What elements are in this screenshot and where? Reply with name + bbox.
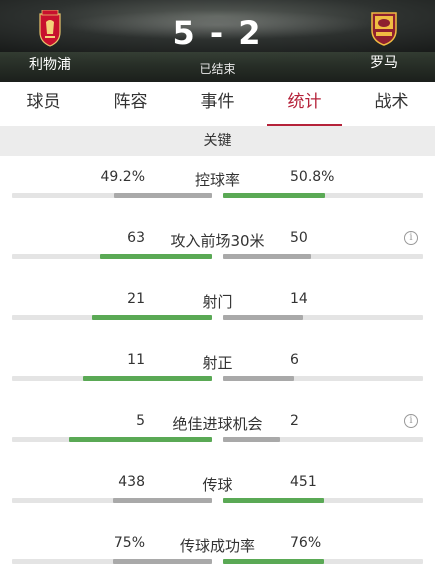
away-bar-track bbox=[223, 254, 423, 259]
stat-row: 75% 传球成功率 76% bbox=[0, 522, 435, 583]
home-bar-track bbox=[12, 193, 212, 198]
home-bar-track bbox=[12, 315, 212, 320]
away-bar-fill bbox=[223, 254, 311, 259]
stat-row: 63 攻入前场30米 50 i bbox=[0, 217, 435, 278]
away-bar-fill bbox=[223, 193, 325, 198]
match-header: 利物浦 5 - 2 已结束 罗马 bbox=[0, 0, 435, 82]
stat-label: 传球 bbox=[202, 476, 233, 494]
stat-label: 控球率 bbox=[194, 171, 240, 189]
home-bar-track bbox=[12, 376, 212, 381]
stat-label: 攻入前场30米 bbox=[170, 232, 265, 250]
stat-row: 21 射门 14 bbox=[0, 278, 435, 339]
roma-crest-icon bbox=[371, 12, 397, 46]
away-bar-track bbox=[223, 376, 423, 381]
away-bar-fill bbox=[223, 315, 303, 320]
stat-away-value: 76% bbox=[290, 535, 322, 551]
stat-away-value: 14 bbox=[290, 291, 308, 307]
home-bar-track bbox=[12, 254, 212, 259]
home-bar-fill bbox=[69, 437, 212, 442]
stat-away-value: 451 bbox=[290, 474, 317, 490]
away-bar-track bbox=[223, 437, 423, 442]
info-icon[interactable]: i bbox=[404, 231, 418, 245]
section-key-title: 关键 bbox=[0, 126, 435, 156]
tab-players[interactable]: 球员 bbox=[0, 82, 87, 126]
home-bar-fill bbox=[114, 193, 212, 198]
stat-label: 射正 bbox=[202, 354, 233, 372]
away-bar-fill bbox=[223, 437, 280, 442]
stat-row: 11 射正 6 bbox=[0, 339, 435, 400]
away-bar-track bbox=[223, 559, 423, 564]
tab-tactics[interactable]: 战术 bbox=[348, 82, 435, 126]
home-bar-fill bbox=[113, 559, 212, 564]
away-bar-track bbox=[223, 315, 423, 320]
home-bar-track bbox=[12, 498, 212, 503]
away-team[interactable]: 罗马 bbox=[344, 10, 424, 72]
home-bar-track bbox=[12, 559, 212, 564]
tab-stats[interactable]: 统计 bbox=[261, 82, 348, 126]
stat-away-value: 50 bbox=[290, 230, 308, 246]
home-bar-fill bbox=[83, 376, 212, 381]
stat-label: 射门 bbox=[202, 293, 233, 311]
stat-label: 传球成功率 bbox=[179, 537, 255, 555]
tab-events[interactable]: 事件 bbox=[174, 82, 261, 126]
home-bar-fill bbox=[113, 498, 212, 503]
stat-row: 49.2% 控球率 50.8% bbox=[0, 156, 435, 217]
home-bar-fill bbox=[100, 254, 212, 259]
info-icon[interactable]: i bbox=[404, 414, 418, 428]
away-bar-fill bbox=[223, 376, 294, 381]
stat-row: 5 绝佳进球机会 2 i bbox=[0, 400, 435, 461]
tab-lineup[interactable]: 阵容 bbox=[87, 82, 174, 126]
home-bar-fill bbox=[92, 315, 212, 320]
away-bar-fill bbox=[223, 559, 324, 564]
away-bar-fill bbox=[223, 498, 324, 503]
stat-away-value: 50.8% bbox=[290, 169, 335, 185]
tab-bar: 球员 阵容 事件 统计 战术 bbox=[0, 82, 435, 126]
stat-away-value: 2 bbox=[290, 413, 299, 429]
stat-label: 绝佳进球机会 bbox=[172, 415, 263, 433]
away-team-name: 罗马 bbox=[370, 55, 398, 71]
stat-row: 438 传球 451 bbox=[0, 461, 435, 522]
stat-away-value: 6 bbox=[290, 352, 299, 368]
away-bar-track bbox=[223, 498, 423, 503]
away-bar-track bbox=[223, 193, 423, 198]
home-bar-track bbox=[12, 437, 212, 442]
